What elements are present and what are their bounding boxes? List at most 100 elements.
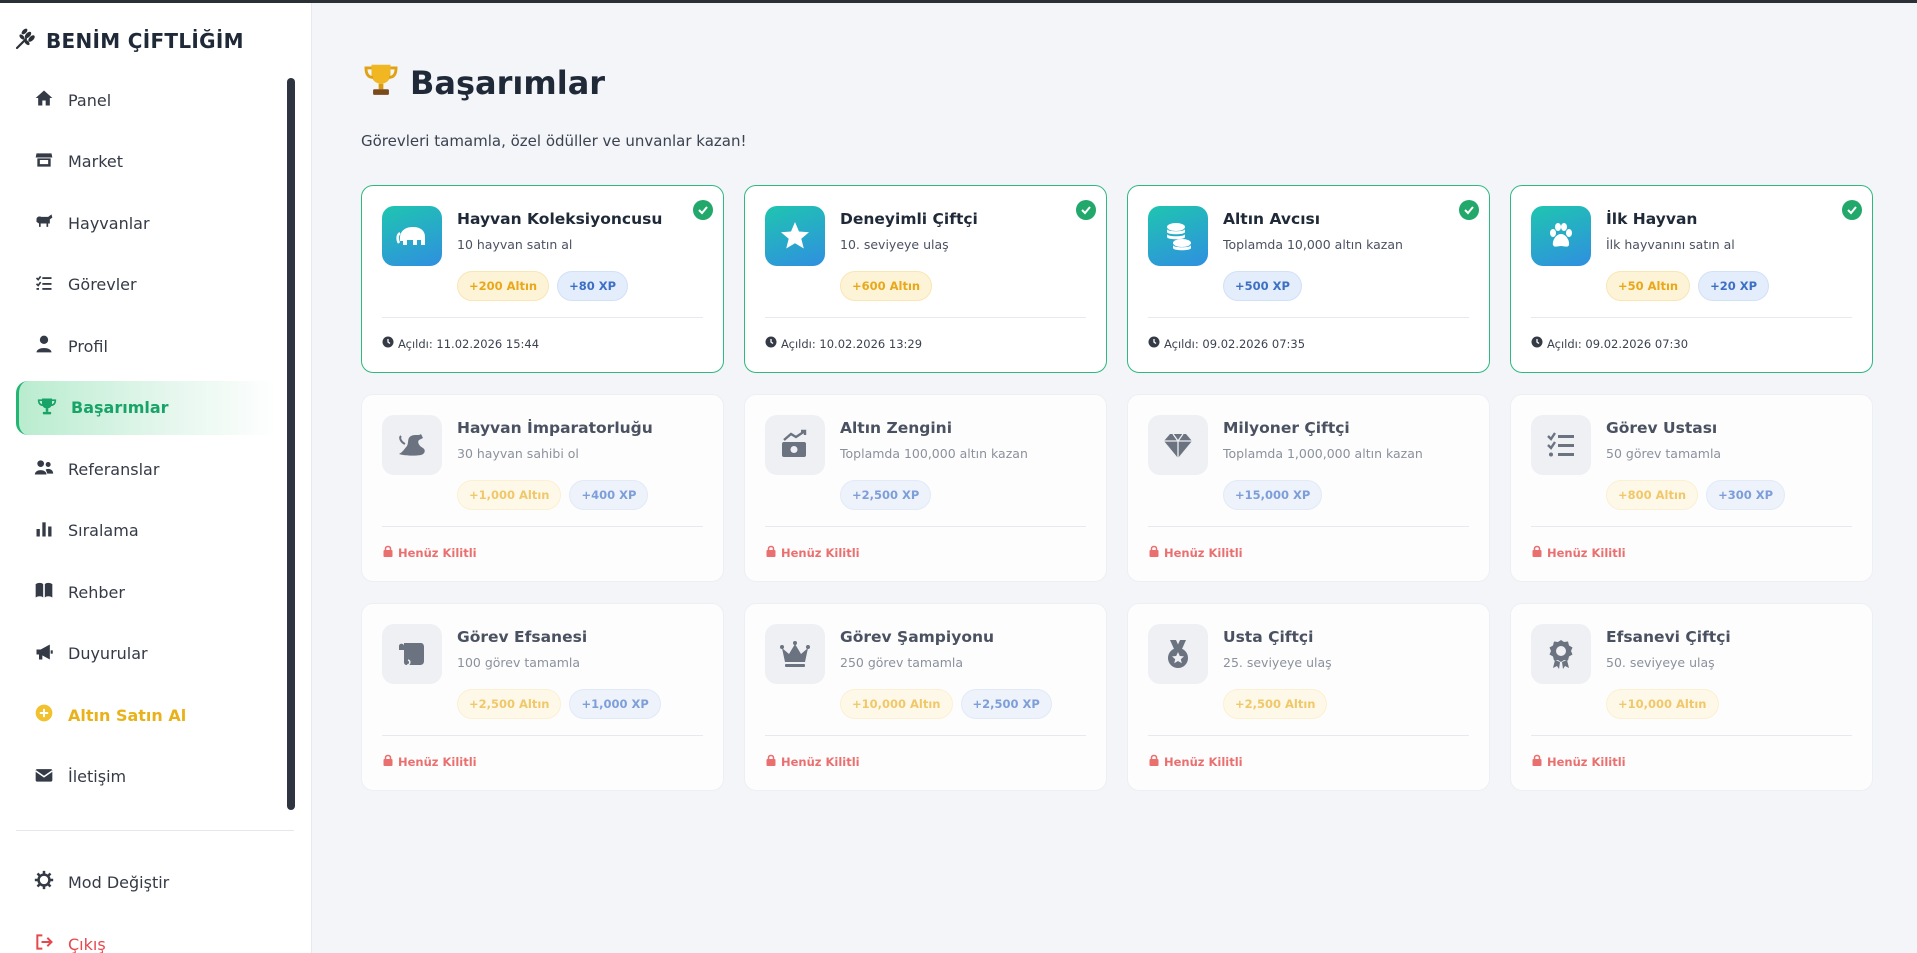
achievement-desc: İlk hayvanını satın al: [1606, 237, 1735, 252]
lock-icon: [765, 545, 777, 560]
achievement-desc: Toplamda 100,000 altın kazan: [840, 446, 1028, 461]
achievement-title: Altın Zengini: [840, 419, 953, 437]
brand[interactable]: BENİM ÇİFTLİĞİM: [14, 27, 244, 55]
clock-icon: [765, 336, 777, 351]
achievement-title: İlk Hayvan: [1606, 210, 1698, 228]
crown-icon: [765, 624, 825, 684]
achievement-card[interactable]: Milyoner Çiftçi Toplamda 1,000,000 altın…: [1127, 394, 1490, 582]
unlock-date: Açıldı: 11.02.2026 15:44: [382, 336, 539, 351]
achievement-title: Milyoner Çiftçi: [1223, 419, 1350, 437]
achievement-card[interactable]: Usta Çiftçi 25. seviyeye ulaş +2,500 Alt…: [1127, 603, 1490, 791]
sidebar-divider: [16, 830, 294, 831]
achievement-card[interactable]: Altın Avcısı Toplamda 10,000 altın kazan…: [1127, 185, 1490, 373]
medal-icon: [1148, 624, 1208, 684]
book-icon: [34, 580, 54, 604]
achievement-card[interactable]: İlk Hayvan İlk hayvanını satın al +50 Al…: [1510, 185, 1873, 373]
achievement-desc: 30 hayvan sahibi ol: [457, 446, 579, 461]
achievement-desc: Toplamda 1,000,000 altın kazan: [1223, 446, 1423, 461]
gear-icon: [34, 870, 54, 894]
xp-reward-badge: +15,000 XP: [1223, 480, 1323, 510]
coins-icon: [1148, 206, 1208, 266]
locked-status: Henüz Kilitli: [765, 545, 860, 560]
card-divider: [1148, 317, 1469, 318]
achievement-card[interactable]: Görev Şampiyonu 250 görev tamamla +10,00…: [744, 603, 1107, 791]
locked-status-text: Henüz Kilitli: [1547, 754, 1626, 769]
sidebar-item-panel[interactable]: Panel: [16, 73, 278, 127]
page-subtitle: Görevleri tamamla, özel ödüller ve unvan…: [361, 132, 747, 150]
xp-reward-badge: +80 XP: [557, 271, 629, 301]
brand-name: BENİM ÇİFTLİĞİM: [46, 29, 244, 53]
sign-out-icon: [34, 932, 54, 953]
star-icon: [765, 206, 825, 266]
sidebar-item-label: Referanslar: [68, 459, 160, 479]
sidebar-item-label: Hayvanlar: [68, 213, 150, 233]
gold-reward-badge: +800 Altın: [1606, 480, 1699, 510]
check-icon: [1076, 200, 1096, 220]
clock-icon: [1531, 336, 1543, 351]
card-divider: [382, 735, 703, 736]
gold-reward-badge: +10,000 Altın: [840, 689, 953, 719]
xp-reward-badge: +300 XP: [1706, 480, 1786, 510]
locked-status-text: Henüz Kilitli: [398, 545, 477, 560]
toggle-mode-button[interactable]: Mod Değiştir: [16, 855, 278, 909]
sidebar-item-label: Başarımlar: [71, 398, 169, 417]
sidebar-item-market[interactable]: Market: [16, 135, 278, 189]
store-icon: [34, 150, 54, 174]
scroll-icon: [382, 624, 442, 684]
wheat-icon: [14, 27, 38, 56]
sidebar-item-ranking[interactable]: Sıralama: [16, 504, 278, 558]
unlock-date-text: Açıldı: 09.02.2026 07:35: [1164, 336, 1306, 351]
sidebar-scrollbar[interactable]: [287, 78, 295, 810]
achievement-card[interactable]: Deneyimli Çiftçi 10. seviyeye ulaş +600 …: [744, 185, 1107, 373]
achievement-title: Görev Efsanesi: [457, 628, 588, 646]
list-check-icon: [1531, 415, 1591, 475]
sidebar-item-label: Panel: [68, 90, 112, 110]
lock-icon: [382, 545, 394, 560]
award-icon: [1531, 624, 1591, 684]
gold-reward-badge: +200 Altın: [457, 271, 550, 301]
lock-icon: [1148, 754, 1160, 769]
sidebar-item-guide[interactable]: Rehber: [16, 565, 278, 619]
achievement-desc: 250 görev tamamla: [840, 655, 964, 670]
achievement-card[interactable]: Görev Ustası 50 görev tamamla +800 Altın…: [1510, 394, 1873, 582]
gold-reward-badge: +10,000 Altın: [1606, 689, 1719, 719]
card-divider: [1148, 735, 1469, 736]
locked-status: Henüz Kilitli: [382, 545, 477, 560]
achievement-title: Efsanevi Çiftçi: [1606, 628, 1731, 646]
sidebar-item-buy-gold[interactable]: Altın Satın Al: [16, 688, 278, 742]
sidebar-item-label: Duyurular: [68, 644, 148, 663]
achievement-title: Hayvan Koleksiyoncusu: [457, 210, 663, 228]
locked-status: Henüz Kilitli: [382, 754, 477, 769]
sidebar-item-tasks[interactable]: Görevler: [16, 258, 278, 312]
achievement-title: Altın Avcısı: [1223, 210, 1321, 228]
achievement-desc: 50 görev tamamla: [1606, 446, 1722, 461]
clock-icon: [382, 336, 394, 351]
xp-reward-badge: +20 XP: [1698, 271, 1770, 301]
achievement-card[interactable]: Hayvan Koleksiyoncusu 10 hayvan satın al…: [361, 185, 724, 373]
logout-button[interactable]: Çıkış: [16, 917, 278, 953]
card-divider: [765, 317, 1086, 318]
sidebar-item-announcements[interactable]: Duyurular: [16, 627, 278, 681]
sidebar-item-label: Çıkış: [68, 934, 106, 953]
check-icon: [1842, 200, 1862, 220]
sidebar-item-profile[interactable]: Profil: [16, 319, 278, 373]
achievement-card[interactable]: Altın Zengini Toplamda 100,000 altın kaz…: [744, 394, 1107, 582]
unlock-date: Açıldı: 10.02.2026 13:29: [765, 336, 922, 351]
xp-reward-badge: +2,500 XP: [960, 689, 1052, 719]
sidebar-item-animals[interactable]: Hayvanlar: [16, 196, 278, 250]
locked-status-text: Henüz Kilitli: [1164, 545, 1243, 560]
locked-status: Henüz Kilitli: [1148, 545, 1243, 560]
locked-status-text: Henüz Kilitli: [398, 754, 477, 769]
xp-reward-badge: +2,500 XP: [840, 480, 932, 510]
sidebar-item-achievements[interactable]: Başarımlar: [16, 380, 278, 435]
achievement-card[interactable]: Efsanevi Çiftçi 50. seviyeye ulaş +10,00…: [1510, 603, 1873, 791]
achievement-title: Görev Şampiyonu: [840, 628, 995, 646]
sidebar-bottom-nav: Mod Değiştir Çıkış: [16, 855, 278, 953]
sidebar-item-contact[interactable]: İletişim: [16, 750, 278, 804]
sidebar-item-referrals[interactable]: Referanslar: [16, 442, 278, 496]
horse-icon: [34, 211, 54, 235]
elephant-icon: [382, 206, 442, 266]
achievement-card[interactable]: Hayvan İmparatorluğu 30 hayvan sahibi ol…: [361, 394, 724, 582]
achievement-card[interactable]: Görev Efsanesi 100 görev tamamla +2,500 …: [361, 603, 724, 791]
page-title-text: Başarımlar: [410, 64, 606, 102]
